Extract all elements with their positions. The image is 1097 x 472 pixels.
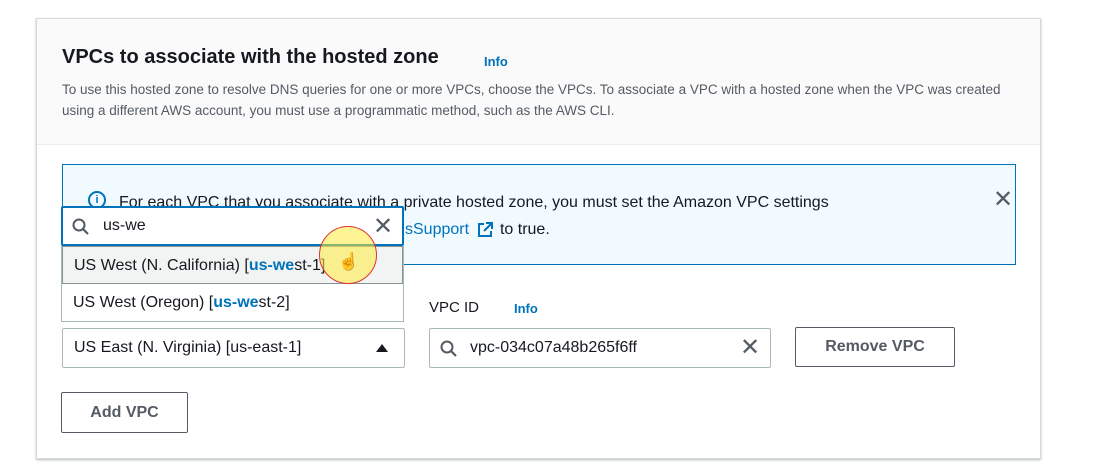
- remove-vpc-button[interactable]: Remove VPC: [795, 327, 955, 367]
- option-rest: st-2]: [258, 294, 290, 311]
- clear-search-icon[interactable]: ✕: [371, 214, 395, 240]
- panel-title: VPCs to associate with the hosted zone: [62, 46, 439, 68]
- option-match: us-we: [213, 294, 259, 311]
- close-icon[interactable]: ✕: [993, 188, 1013, 212]
- title-info-link[interactable]: Info: [484, 54, 508, 69]
- region-select[interactable]: US East (N. Virginia) [us-east-1]: [62, 328, 405, 368]
- panel-header: VPCs to associate with the hosted zone I…: [37, 19, 1040, 145]
- region-select-value: US East (N. Virginia) [us-east-1]: [74, 339, 302, 356]
- alert-text-after: to true.: [499, 221, 550, 238]
- panel-description: To use this hosted zone to resolve DNS q…: [62, 82, 1001, 118]
- external-link-icon: [477, 221, 493, 237]
- caret-up-icon: [376, 344, 388, 352]
- region-search-value: us-we: [103, 217, 146, 234]
- add-vpc-button[interactable]: Add VPC: [61, 392, 188, 433]
- option-match: us-we: [248, 257, 295, 274]
- vpc-id-value: vpc-034c07a48b265f6ff: [470, 339, 637, 356]
- vpc-id-label: VPC ID: [429, 299, 480, 316]
- search-icon: [440, 340, 457, 357]
- clear-icon[interactable]: ✕: [738, 335, 762, 361]
- alert-link[interactable]: sSupport: [405, 221, 469, 238]
- vpc-id-info-link[interactable]: Info: [514, 301, 538, 316]
- hand-cursor-icon: ☝: [338, 252, 360, 271]
- option-text: US West (Oregon) [: [73, 294, 214, 311]
- vpc-id-input[interactable]: vpc-034c07a48b265f6ff ✕: [429, 328, 771, 368]
- option-text: US West (N. California) [: [74, 257, 249, 274]
- region-option-us-west-2[interactable]: US West (Oregon) [us-west-2]: [62, 284, 403, 322]
- search-icon: [72, 218, 89, 235]
